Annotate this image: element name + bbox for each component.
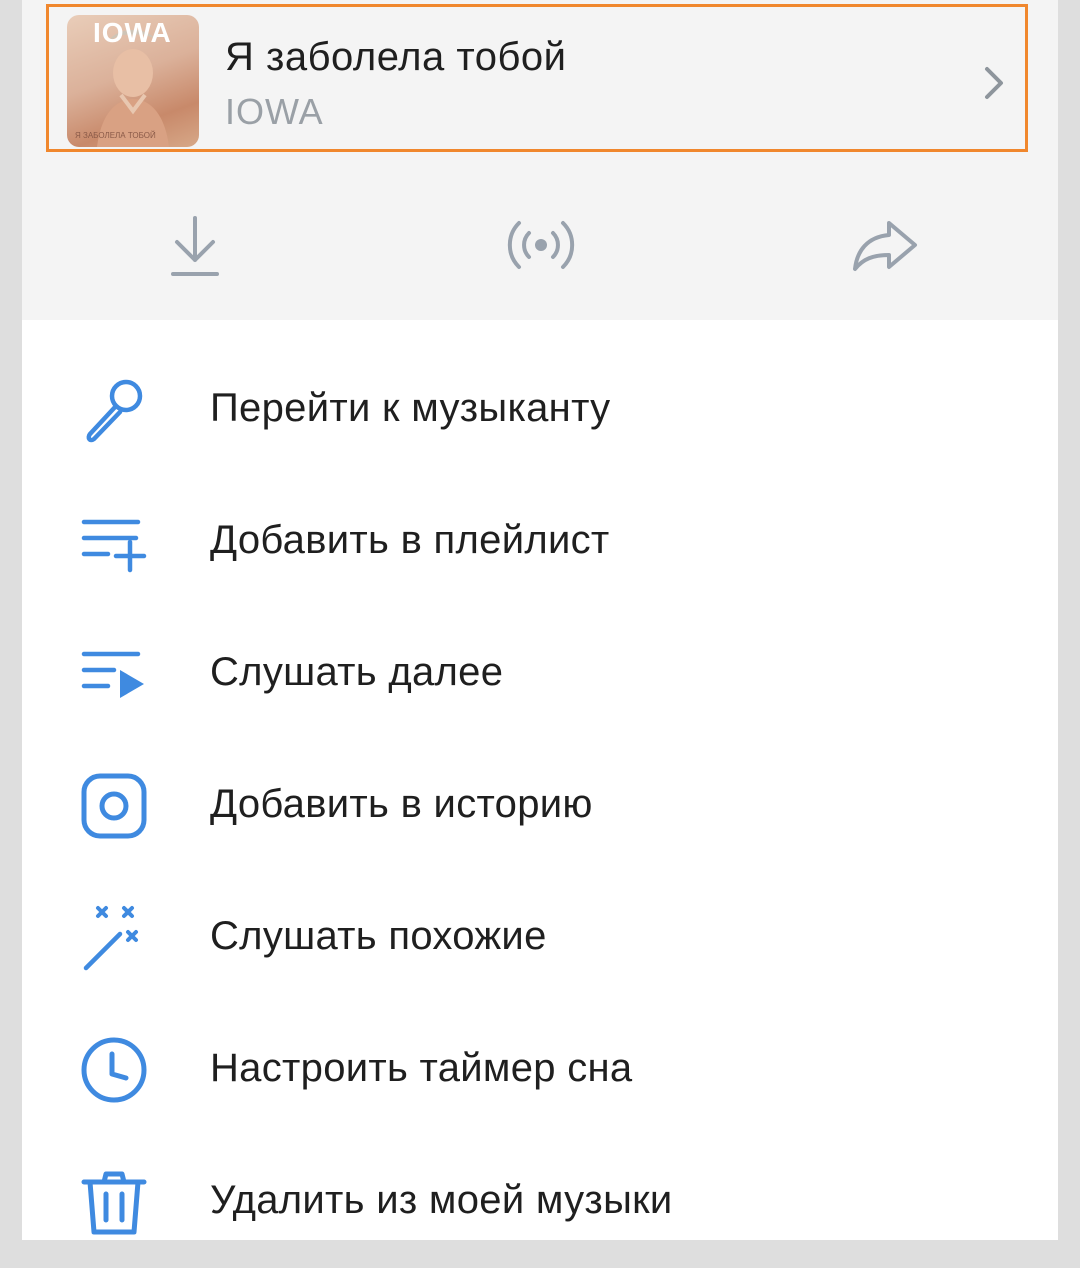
instagram-icon <box>81 773 147 839</box>
trash-icon <box>81 1171 147 1235</box>
menu-item-remove-from-music[interactable]: Удалить из моей музыки <box>22 1136 1058 1268</box>
playlist-add-icon <box>81 519 147 573</box>
microphone-icon <box>86 379 143 443</box>
action-sheet: IOWA Я ЗАБОЛЕЛА ТОБОЙ Я заболела тобой I… <box>22 0 1058 1240</box>
track-card[interactable]: IOWA Я ЗАБОЛЕЛА ТОБОЙ Я заболела тобой I… <box>46 4 1028 152</box>
clock-icon <box>81 1037 147 1103</box>
track-title: Я заболела тобой <box>225 35 567 79</box>
cover-logo: IOWA <box>93 17 172 48</box>
chevron-right-icon <box>985 67 1003 99</box>
menu-label: Слушать далее <box>210 650 504 694</box>
menu-label: Слушать похожие <box>210 914 547 958</box>
download-button[interactable] <box>150 200 240 290</box>
share-icon <box>853 221 917 271</box>
menu-item-sleep-timer[interactable]: Настроить таймер сна <box>22 1004 1058 1136</box>
menu-label: Добавить в плейлист <box>210 518 610 562</box>
cover-caption: Я ЗАБОЛЕЛА ТОБОЙ <box>75 131 156 140</box>
menu-item-play-next[interactable]: Слушать далее <box>22 608 1058 740</box>
broadcast-button[interactable] <box>496 200 586 290</box>
play-next-icon <box>81 651 144 698</box>
menu-label: Удалить из моей музыки <box>210 1178 673 1222</box>
menu-label: Перейти к музыканту <box>210 386 611 430</box>
menu-item-add-to-playlist[interactable]: Добавить в плейлист <box>22 476 1058 608</box>
menu-item-play-similar[interactable]: Слушать похожие <box>22 872 1058 1004</box>
menu-item-go-to-artist[interactable]: Перейти к музыканту <box>22 344 1058 476</box>
action-row <box>22 200 1058 290</box>
magic-wand-icon <box>83 906 138 971</box>
broadcast-icon <box>507 221 575 269</box>
download-icon <box>171 216 219 276</box>
share-button[interactable] <box>840 200 930 290</box>
menu-label: Настроить таймер сна <box>210 1046 633 1090</box>
track-artist: IOWA <box>225 91 324 132</box>
menu-label: Добавить в историю <box>210 782 593 826</box>
menu-item-add-to-story[interactable]: Добавить в историю <box>22 740 1058 872</box>
sheet-header: IOWA Я ЗАБОЛЕЛА ТОБОЙ Я заболела тобой I… <box>22 0 1058 320</box>
album-cover: IOWA Я ЗАБОЛЕЛА ТОБОЙ <box>67 15 199 147</box>
